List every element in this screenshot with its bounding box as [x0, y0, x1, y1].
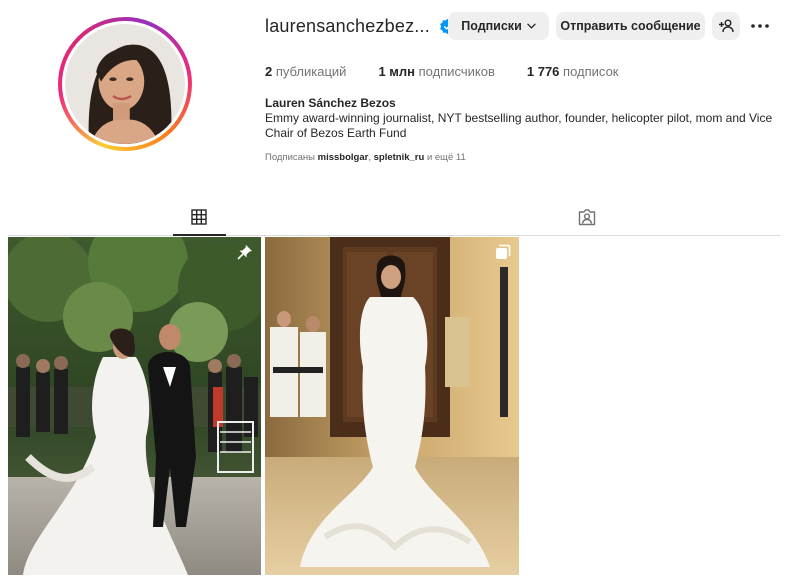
post-thumbnail-2[interactable]: [265, 237, 519, 575]
avatar-gap: [62, 21, 188, 147]
followed-by-user-2[interactable]: spletnik_ru: [374, 152, 425, 163]
followed-by-suffix: и ещё 11: [426, 152, 466, 163]
grid-icon: [191, 209, 207, 225]
post-1-image: [8, 237, 261, 575]
username: laurensanchezbez...: [265, 15, 430, 36]
following-label: подписок: [563, 64, 619, 79]
followers-count: 1 млн: [378, 64, 416, 79]
post-2-image: [265, 237, 519, 575]
tab-tagged[interactable]: [575, 205, 599, 229]
suggested-users-button[interactable]: [712, 12, 740, 40]
followed-by-line[interactable]: Подписаны missbolgar, spletnik_ru и ещё …: [265, 152, 466, 163]
posts-count: 2: [265, 64, 273, 79]
post-thumbnail-1[interactable]: [8, 237, 261, 575]
followed-by-user-1[interactable]: missbolgar: [318, 152, 369, 163]
bio-text: Emmy award-winning journalist, NYT bests…: [265, 111, 773, 140]
posts-label: публикаций: [275, 64, 347, 79]
pin-icon: [237, 244, 253, 260]
following-dropdown-button[interactable]: Подписки: [448, 12, 549, 40]
avatar[interactable]: [65, 24, 185, 144]
profile-stats: 2 публикаций 1 млн подписчиков 1 776 под…: [265, 64, 650, 79]
send-message-button[interactable]: Отправить сообщение: [556, 12, 705, 40]
tab-posts[interactable]: [187, 205, 211, 229]
full-name: Lauren Sánchez Bezos: [265, 96, 396, 110]
posts-stat: 2 публикаций: [265, 64, 346, 79]
followers-label: подписчиков: [418, 64, 495, 79]
active-tab-indicator: [173, 234, 226, 236]
avatar-image: [65, 24, 185, 144]
tagged-icon: [578, 209, 596, 226]
followers-stat[interactable]: 1 млн подписчиков: [378, 64, 494, 79]
following-button-label: Подписки: [461, 19, 522, 33]
following-count: 1 776: [526, 64, 560, 79]
more-options-icon: [751, 24, 769, 28]
tabs-divider: [8, 235, 780, 236]
send-message-label: Отправить сообщение: [560, 19, 701, 33]
followed-by-prefix: Подписаны: [265, 152, 316, 163]
following-stat[interactable]: 1 776 подписок: [527, 64, 619, 79]
username-row: laurensanchezbez...: [265, 12, 456, 40]
carousel-icon: [495, 244, 511, 260]
chevron-down-icon: [527, 23, 536, 29]
profile-avatar-ring[interactable]: [58, 17, 192, 151]
followed-by-separator: ,: [368, 152, 371, 163]
more-options-button[interactable]: [748, 12, 772, 40]
add-user-icon: [719, 19, 734, 33]
